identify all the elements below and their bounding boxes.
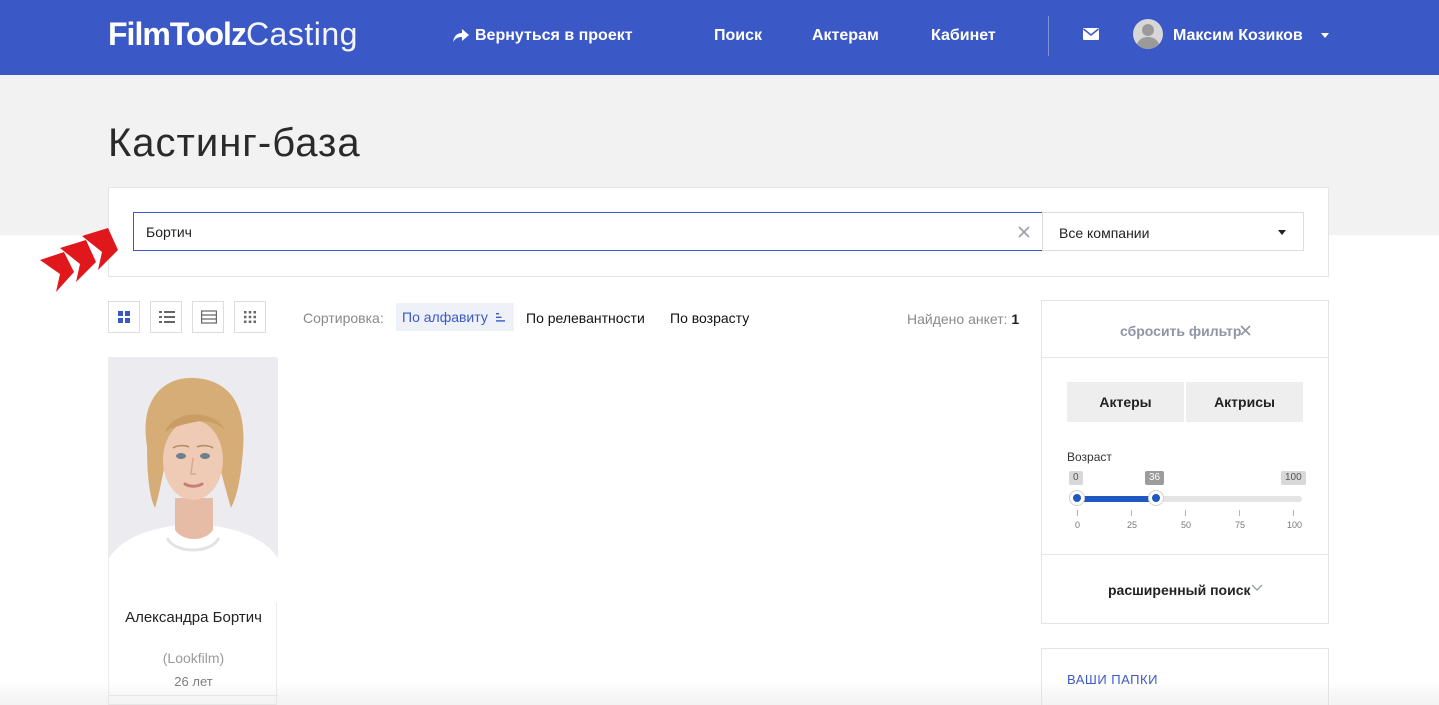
age-tick-label: 0 xyxy=(1075,520,1081,530)
sort-order-icon xyxy=(495,313,505,322)
results-count: Найдено анкет: 1 xyxy=(907,311,1019,327)
actor-card[interactable]: Александра Бортич (Lookfilm) 26 лет xyxy=(108,357,278,705)
company-select-value: Все компании xyxy=(1059,225,1150,241)
age-slider-min-handle[interactable] xyxy=(1069,490,1085,506)
actor-age: 26 лет xyxy=(174,674,213,689)
filter-divider xyxy=(1042,357,1328,358)
user-silhouette-icon xyxy=(1136,24,1160,49)
folders-title: ВАШИ ПАПКИ xyxy=(1067,672,1158,687)
advanced-search-toggle[interactable]: расширенный поиск xyxy=(1108,582,1251,598)
clear-search-icon[interactable] xyxy=(1016,224,1032,240)
table-rows-icon xyxy=(201,310,217,324)
age-slider-range xyxy=(1077,496,1156,502)
back-to-project-link[interactable]: Вернуться в проект xyxy=(453,26,633,46)
list-icon xyxy=(159,311,175,323)
sort-alphabetical-label: По алфавиту xyxy=(402,309,488,325)
nav-actors-link[interactable]: Актерам xyxy=(812,26,879,46)
view-rows-button[interactable] xyxy=(192,301,224,333)
age-min-badge: 0 xyxy=(1069,471,1083,485)
reset-filter-link[interactable]: сбросить фильтр xyxy=(1120,323,1241,339)
gender-actresses-button[interactable]: Актрисы xyxy=(1186,382,1303,422)
sort-relevance-button[interactable]: По релевантности xyxy=(526,310,645,326)
age-tick-label: 50 xyxy=(1181,520,1192,530)
nav-divider xyxy=(1048,16,1049,56)
actor-company: (Lookfilm) xyxy=(162,650,225,666)
back-to-project-label: Вернуться в проект xyxy=(475,27,633,44)
user-menu-caret-icon[interactable] xyxy=(1321,33,1329,38)
mail-icon[interactable] xyxy=(1083,28,1099,40)
user-menu-name[interactable]: Максим Козиков xyxy=(1173,26,1303,46)
search-input[interactable] xyxy=(133,212,1043,251)
age-tick xyxy=(1185,510,1186,516)
age-tick-label: 25 xyxy=(1127,520,1138,530)
actor-photo xyxy=(109,358,278,602)
age-max-badge: 100 xyxy=(1281,471,1306,485)
view-list-button[interactable] xyxy=(150,301,182,333)
filter-divider xyxy=(1042,554,1328,555)
company-select[interactable]: Все компании xyxy=(1042,212,1304,251)
close-icon[interactable] xyxy=(1240,325,1251,336)
age-filter-label: Возраст xyxy=(1067,450,1112,464)
age-tick xyxy=(1077,510,1078,516)
grid-icon xyxy=(118,311,130,323)
chevron-down-icon xyxy=(1278,230,1286,235)
chevron-down-icon[interactable] xyxy=(1251,584,1263,592)
sort-alphabetical-button[interactable]: По алфавиту xyxy=(396,303,514,331)
nav-search-link[interactable]: Поиск xyxy=(714,26,762,46)
card-divider xyxy=(109,695,278,696)
age-tick-label: 100 xyxy=(1287,520,1303,530)
view-grid-button[interactable] xyxy=(108,301,140,333)
age-tick xyxy=(1239,510,1240,516)
results-count-label: Найдено анкет: xyxy=(907,311,1008,327)
nav-cabinet-link[interactable]: Кабинет xyxy=(931,26,996,46)
sort-age-button[interactable]: По возрасту xyxy=(670,310,749,326)
share-arrow-icon xyxy=(453,29,469,42)
age-tick xyxy=(1293,510,1294,516)
user-avatar[interactable] xyxy=(1133,19,1163,49)
filmtoolz-logo[interactable]: FilmToolzCasting xyxy=(108,14,358,54)
age-value-badge: 36 xyxy=(1145,471,1165,485)
red-arrows-icon xyxy=(40,228,118,292)
actor-name: Александра Бортич xyxy=(125,609,262,626)
page-title: Кастинг-база xyxy=(108,121,361,165)
age-slider-max-handle[interactable] xyxy=(1148,490,1164,506)
dots-grid-icon xyxy=(244,311,256,323)
actor-portrait-image xyxy=(109,358,278,602)
view-dense-grid-button[interactable] xyxy=(234,301,266,333)
gender-actors-button[interactable]: Актеры xyxy=(1067,382,1184,422)
sort-label: Сортировка: xyxy=(303,310,384,326)
age-tick-label: 75 xyxy=(1235,520,1246,530)
age-tick xyxy=(1131,510,1132,516)
results-count-value: 1 xyxy=(1011,311,1020,327)
